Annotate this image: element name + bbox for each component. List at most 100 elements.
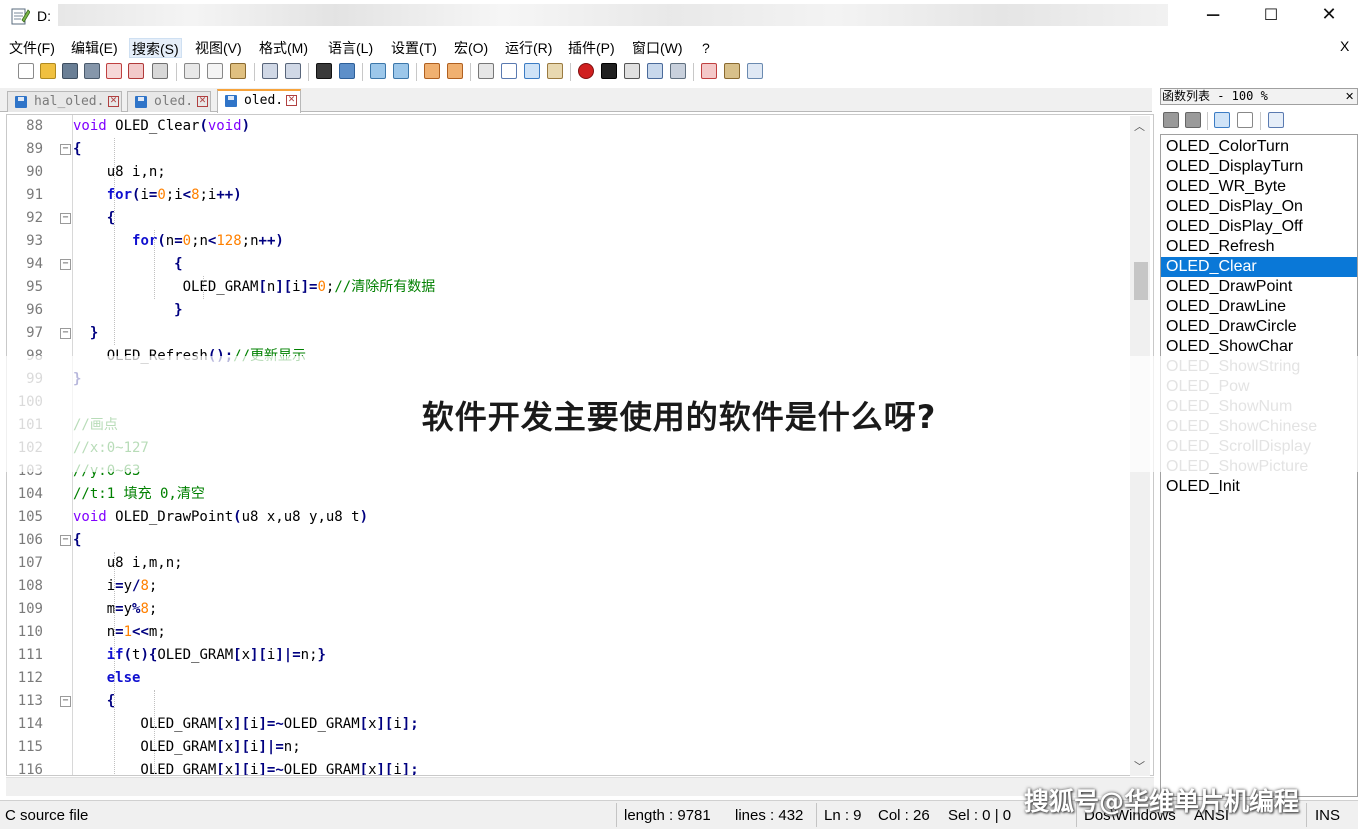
zoom-out-icon[interactable] [393,63,409,79]
minimize-button[interactable]: ─ [1184,0,1242,32]
code-line[interactable]: else [73,667,141,690]
code-line[interactable]: } [73,322,98,345]
find-icon[interactable] [316,63,332,79]
function-list-item[interactable]: OLED_DisPlay_On [1161,197,1357,217]
close-document-button[interactable]: X [1340,38,1349,54]
menu-settings[interactable]: 设置(T) [389,38,439,58]
code-line[interactable]: OLED_GRAM[x][i]=~OLED_GRAM[x][i]; [73,759,418,775]
function-list-item[interactable]: OLED_ColorTurn [1161,137,1357,157]
menu-file[interactable]: 文件(F) [7,38,57,58]
play-macro-icon[interactable] [624,63,640,79]
show-all-chars-icon[interactable] [501,63,517,79]
function-list-item[interactable]: OLED_DrawLine [1161,297,1357,317]
replace-icon[interactable] [339,63,355,79]
function-list-item[interactable]: OLED_Refresh [1161,237,1357,257]
function-list-item[interactable]: OLED_DrawPoint [1161,277,1357,297]
code-line[interactable]: { [73,207,115,230]
redo-icon[interactable] [285,63,301,79]
menu-window[interactable]: 窗口(W) [630,38,685,58]
menu-format[interactable]: 格式(M) [257,38,310,58]
tab-close-icon[interactable]: ✕ [108,96,119,107]
open-folder-icon[interactable] [40,63,56,79]
zoom-in-icon[interactable] [370,63,386,79]
code-line[interactable]: { [73,529,81,552]
collapse-icon[interactable] [1185,112,1201,128]
code-line[interactable]: for(i=0;i<8;i++) [73,184,242,207]
code-line[interactable]: } [73,299,182,322]
menu-view[interactable]: 视图(V) [193,38,244,58]
save-macro-icon[interactable] [670,63,686,79]
code-line[interactable]: void OLED_DrawPoint(u8 x,u8 y,u8 t) [73,506,368,529]
code-line[interactable]: i=y/8; [73,575,158,598]
code-line[interactable]: { [73,253,182,276]
doc-map-icon[interactable] [547,63,563,79]
function-list-item[interactable]: OLED_DisplayTurn [1161,157,1357,177]
tab-hal-oled[interactable]: hal_oled. ✕ [7,91,122,112]
copy-list-icon[interactable] [1268,112,1284,128]
tab-oled-1[interactable]: oled. ✕ [127,91,211,112]
save-all-icon[interactable] [84,63,100,79]
close-file-icon[interactable] [106,63,122,79]
sort-order-icon[interactable] [1214,112,1230,128]
sort-alpha-icon[interactable] [1237,112,1253,128]
reload-icon[interactable] [1163,112,1179,128]
function-list-item[interactable]: OLED_ShowChar [1161,337,1357,357]
code-line[interactable]: void OLED_Clear(void) [73,115,250,138]
save-icon[interactable] [62,63,78,79]
function-list-item[interactable]: OLED_Init [1161,477,1357,497]
scroll-up-icon[interactable]: ︿ [1134,118,1145,134]
code-line[interactable]: OLED_GRAM[n][i]=0;//清除所有数据 [73,276,436,299]
undo-icon[interactable] [262,63,278,79]
fold-toggle-icon[interactable]: − [60,259,71,270]
code-line[interactable]: OLED_GRAM[x][i]=~OLED_GRAM[x][i]; [73,713,418,736]
menu-edit[interactable]: 编辑(E) [69,38,120,58]
code-line[interactable]: OLED_GRAM[x][i]|=n; [73,736,300,759]
paste-icon[interactable] [230,63,246,79]
copy-icon[interactable] [207,63,223,79]
function-list-item[interactable]: OLED_WR_Byte [1161,177,1357,197]
code-line[interactable]: //t:1 填充 0,清空 [73,483,205,506]
spell-check-icon[interactable] [747,63,763,79]
fold-toggle-icon[interactable]: − [60,535,71,546]
record-macro-icon[interactable] [578,63,594,79]
code-line[interactable]: if(t){OLED_GRAM[x][i]|=n;} [73,644,326,667]
horizontal-scrollbar[interactable] [6,777,1154,796]
scroll-down-icon[interactable]: ﹀ [1134,758,1145,774]
code-line[interactable]: u8 i,m,n; [73,552,183,575]
tab-oled-active[interactable]: oled. ✕ [217,89,301,113]
close-all-icon[interactable] [128,63,144,79]
sync-horizontal-icon[interactable] [447,63,463,79]
code-line[interactable]: { [73,138,81,161]
code-line[interactable]: { [73,690,115,713]
code-line[interactable]: u8 i,n; [73,161,166,184]
close-window-button[interactable]: ✕ [1300,0,1358,32]
fold-toggle-icon[interactable]: − [60,696,71,707]
folder-workspace-icon[interactable] [724,63,740,79]
scroll-thumb[interactable] [1134,262,1148,300]
fold-toggle-icon[interactable]: − [60,144,71,155]
function-list-icon[interactable] [701,63,717,79]
tab-close-icon[interactable]: ✕ [286,95,297,106]
menu-language[interactable]: 语言(L) [326,38,375,58]
code-line[interactable]: for(n=0;n<128;n++) [73,230,284,253]
word-wrap-icon[interactable] [478,63,494,79]
tab-close-icon[interactable]: ✕ [197,96,208,107]
indent-guide-icon[interactable] [524,63,540,79]
menu-plugins[interactable]: 插件(P) [566,38,617,58]
new-file-icon[interactable] [18,63,34,79]
fold-toggle-icon[interactable]: − [60,328,71,339]
menu-macro[interactable]: 宏(O) [452,38,490,58]
print-icon[interactable] [152,63,168,79]
menu-run[interactable]: 运行(R) [503,38,554,58]
function-list-item[interactable]: OLED_DrawCircle [1161,317,1357,337]
function-list-close-icon[interactable]: ✕ [1345,90,1354,103]
sync-vertical-icon[interactable] [424,63,440,79]
code-line[interactable]: m=y%8; [73,598,158,621]
function-list-item[interactable]: OLED_DisPlay_Off [1161,217,1357,237]
function-list-item[interactable]: OLED_Clear [1161,257,1357,277]
cut-icon[interactable] [184,63,200,79]
menu-search[interactable]: 搜索(S) [129,38,182,58]
run-macro-multiple-icon[interactable] [647,63,663,79]
stop-macro-icon[interactable] [601,63,617,79]
menu-help[interactable]: ? [700,38,712,58]
